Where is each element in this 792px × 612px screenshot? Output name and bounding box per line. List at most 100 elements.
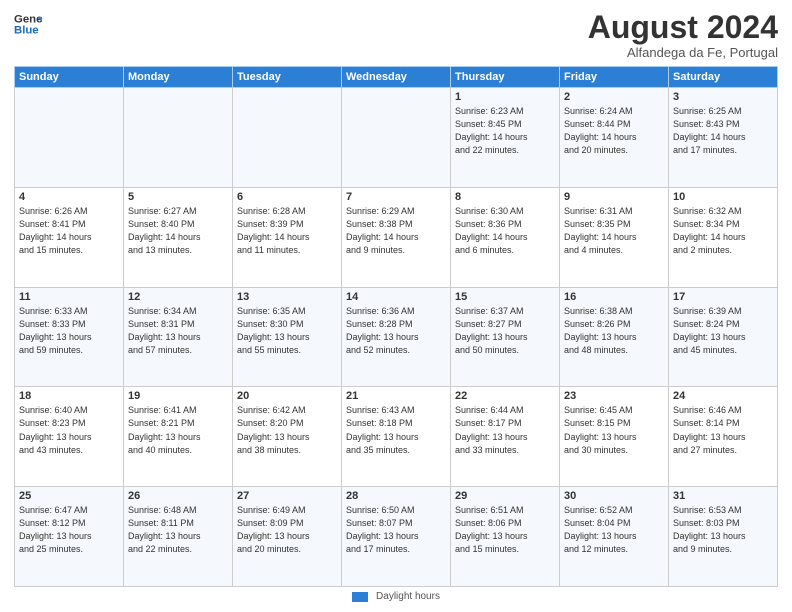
day-number: 7 xyxy=(346,191,446,203)
day-info: Sunrise: 6:37 AM Sunset: 8:27 PM Dayligh… xyxy=(455,305,555,357)
calendar-week-3: 11Sunrise: 6:33 AM Sunset: 8:33 PM Dayli… xyxy=(15,287,778,387)
calendar-cell: 24 Sunrise: 6:46 AM Sunset: 8:14 PM Dayli… xyxy=(669,387,778,487)
calendar-cell: 7 Sunrise: 6:29 AM Sunset: 8:38 PM Daylig… xyxy=(342,187,451,287)
day-number: 5 xyxy=(128,191,228,203)
svg-text:Blue: Blue xyxy=(14,25,39,37)
day-number: 25 xyxy=(19,490,119,502)
calendar-cell: 30 Sunrise: 6:52 AM Sunset: 8:04 PM Dayli… xyxy=(560,487,669,587)
day-info: Sunrise: 6:26 AM Sunset: 8:41 PM Dayligh… xyxy=(19,205,119,257)
day-number: 15 xyxy=(455,291,555,303)
day-info: Sunrise: 6:47 AM Sunset: 8:12 PM Dayligh… xyxy=(19,504,119,556)
location: Alfandega da Fe, Portugal xyxy=(588,45,778,60)
day-info: Sunrise: 6:38 AM Sunset: 8:26 PM Dayligh… xyxy=(564,305,664,357)
day-info: Sunrise: 6:46 AM Sunset: 8:14 PM Dayligh… xyxy=(673,404,773,456)
calendar-cell: 6Sunrise: 6:28 AM Sunset: 8:39 PM Daylig… xyxy=(233,187,342,287)
col-header-monday: Monday xyxy=(124,67,233,88)
calendar-cell: 9Sunrise: 6:31 AM Sunset: 8:35 PM Daylig… xyxy=(560,187,669,287)
day-number: 11 xyxy=(19,291,119,303)
calendar-cell: 13Sunrise: 6:35 AM Sunset: 8:30 PM Dayli… xyxy=(233,287,342,387)
day-info: Sunrise: 6:24 AM Sunset: 8:44 PM Dayligh… xyxy=(564,105,664,157)
day-info: Sunrise: 6:34 AM Sunset: 8:31 PM Dayligh… xyxy=(128,305,228,357)
calendar-cell: 25 Sunrise: 6:47 AM Sunset: 8:12 PM Dayli… xyxy=(15,487,124,587)
day-number: 31 xyxy=(673,490,773,502)
calendar-cell: 26 Sunrise: 6:48 AM Sunset: 8:11 PM Dayli… xyxy=(124,487,233,587)
footer-label: Daylight hours xyxy=(376,591,440,602)
day-number: 3 xyxy=(673,91,773,103)
calendar-cell: 2Sunrise: 6:24 AM Sunset: 8:44 PM Daylig… xyxy=(560,88,669,188)
day-info: Sunrise: 6:45 AM Sunset: 8:15 PM Dayligh… xyxy=(564,404,664,456)
calendar-cell: 10Sunrise: 6:32 AM Sunset: 8:34 PM Dayli… xyxy=(669,187,778,287)
calendar-cell: 5 Sunrise: 6:27 AM Sunset: 8:40 PM Daylig… xyxy=(124,187,233,287)
calendar-cell: 3 Sunrise: 6:25 AM Sunset: 8:43 PM Daylig… xyxy=(669,88,778,188)
day-info: Sunrise: 6:49 AM Sunset: 8:09 PM Dayligh… xyxy=(237,504,337,556)
day-number: 6 xyxy=(237,191,337,203)
day-info: Sunrise: 6:53 AM Sunset: 8:03 PM Dayligh… xyxy=(673,504,773,556)
logo: General Blue xyxy=(14,10,42,38)
day-number: 26 xyxy=(128,490,228,502)
daylight-swatch xyxy=(352,592,368,602)
calendar-cell: 19 Sunrise: 6:41 AM Sunset: 8:21 PM Dayli… xyxy=(124,387,233,487)
day-number: 4 xyxy=(19,191,119,203)
header: General Blue August 2024 Alfandega da Fe… xyxy=(14,10,778,60)
calendar-cell: 29Sunrise: 6:51 AM Sunset: 8:06 PM Dayli… xyxy=(451,487,560,587)
day-number: 9 xyxy=(564,191,664,203)
day-number: 14 xyxy=(346,291,446,303)
day-info: Sunrise: 6:25 AM Sunset: 8:43 PM Dayligh… xyxy=(673,105,773,157)
day-info: Sunrise: 6:52 AM Sunset: 8:04 PM Dayligh… xyxy=(564,504,664,556)
day-number: 19 xyxy=(128,390,228,402)
day-info: Sunrise: 6:39 AM Sunset: 8:24 PM Dayligh… xyxy=(673,305,773,357)
day-info: Sunrise: 6:44 AM Sunset: 8:17 PM Dayligh… xyxy=(455,404,555,456)
month-title: August 2024 xyxy=(588,10,778,45)
day-number: 12 xyxy=(128,291,228,303)
day-info: Sunrise: 6:41 AM Sunset: 8:21 PM Dayligh… xyxy=(128,404,228,456)
calendar-cell: 18 Sunrise: 6:40 AM Sunset: 8:23 PM Dayli… xyxy=(15,387,124,487)
day-info: Sunrise: 6:50 AM Sunset: 8:07 PM Dayligh… xyxy=(346,504,446,556)
calendar-cell xyxy=(15,88,124,188)
day-number: 20 xyxy=(237,390,337,402)
day-number: 10 xyxy=(673,191,773,203)
page: General Blue August 2024 Alfandega da Fe… xyxy=(0,0,792,612)
calendar-cell: 8Sunrise: 6:30 AM Sunset: 8:36 PM Daylig… xyxy=(451,187,560,287)
day-info: Sunrise: 6:27 AM Sunset: 8:40 PM Dayligh… xyxy=(128,205,228,257)
day-number: 16 xyxy=(564,291,664,303)
day-info: Sunrise: 6:40 AM Sunset: 8:23 PM Dayligh… xyxy=(19,404,119,456)
calendar-cell: 22Sunrise: 6:44 AM Sunset: 8:17 PM Dayli… xyxy=(451,387,560,487)
col-header-tuesday: Tuesday xyxy=(233,67,342,88)
day-info: Sunrise: 6:23 AM Sunset: 8:45 PM Dayligh… xyxy=(455,105,555,157)
day-info: Sunrise: 6:51 AM Sunset: 8:06 PM Dayligh… xyxy=(455,504,555,556)
calendar-cell: 16 Sunrise: 6:38 AM Sunset: 8:26 PM Dayli… xyxy=(560,287,669,387)
calendar-cell xyxy=(342,88,451,188)
day-number: 18 xyxy=(19,390,119,402)
calendar-cell: 27Sunrise: 6:49 AM Sunset: 8:09 PM Dayli… xyxy=(233,487,342,587)
calendar-cell: 14 Sunrise: 6:36 AM Sunset: 8:28 PM Dayli… xyxy=(342,287,451,387)
calendar-cell: 17Sunrise: 6:39 AM Sunset: 8:24 PM Dayli… xyxy=(669,287,778,387)
col-header-wednesday: Wednesday xyxy=(342,67,451,88)
day-info: Sunrise: 6:48 AM Sunset: 8:11 PM Dayligh… xyxy=(128,504,228,556)
day-number: 28 xyxy=(346,490,446,502)
calendar-week-1: 1 Sunrise: 6:23 AM Sunset: 8:45 PM Daylig… xyxy=(15,88,778,188)
footer: Daylight hours xyxy=(14,591,778,602)
day-number: 24 xyxy=(673,390,773,402)
day-info: Sunrise: 6:42 AM Sunset: 8:20 PM Dayligh… xyxy=(237,404,337,456)
day-info: Sunrise: 6:29 AM Sunset: 8:38 PM Dayligh… xyxy=(346,205,446,257)
day-info: Sunrise: 6:35 AM Sunset: 8:30 PM Dayligh… xyxy=(237,305,337,357)
calendar-week-5: 25 Sunrise: 6:47 AM Sunset: 8:12 PM Dayli… xyxy=(15,487,778,587)
calendar-week-4: 18 Sunrise: 6:40 AM Sunset: 8:23 PM Dayli… xyxy=(15,387,778,487)
day-info: Sunrise: 6:30 AM Sunset: 8:36 PM Dayligh… xyxy=(455,205,555,257)
calendar-cell: 21 Sunrise: 6:43 AM Sunset: 8:18 PM Dayli… xyxy=(342,387,451,487)
calendar-header-row: SundayMondayTuesdayWednesdayThursdayFrid… xyxy=(15,67,778,88)
calendar-table: SundayMondayTuesdayWednesdayThursdayFrid… xyxy=(14,66,778,587)
col-header-thursday: Thursday xyxy=(451,67,560,88)
day-info: Sunrise: 6:43 AM Sunset: 8:18 PM Dayligh… xyxy=(346,404,446,456)
calendar-week-2: 4 Sunrise: 6:26 AM Sunset: 8:41 PM Daylig… xyxy=(15,187,778,287)
day-info: Sunrise: 6:36 AM Sunset: 8:28 PM Dayligh… xyxy=(346,305,446,357)
day-number: 1 xyxy=(455,91,555,103)
calendar-cell: 28 Sunrise: 6:50 AM Sunset: 8:07 PM Dayli… xyxy=(342,487,451,587)
day-number: 30 xyxy=(564,490,664,502)
calendar-cell: 31 Sunrise: 6:53 AM Sunset: 8:03 PM Dayli… xyxy=(669,487,778,587)
calendar-cell: 15 Sunrise: 6:37 AM Sunset: 8:27 PM Dayli… xyxy=(451,287,560,387)
day-number: 23 xyxy=(564,390,664,402)
day-number: 21 xyxy=(346,390,446,402)
calendar-cell xyxy=(124,88,233,188)
title-block: August 2024 Alfandega da Fe, Portugal xyxy=(588,10,778,60)
